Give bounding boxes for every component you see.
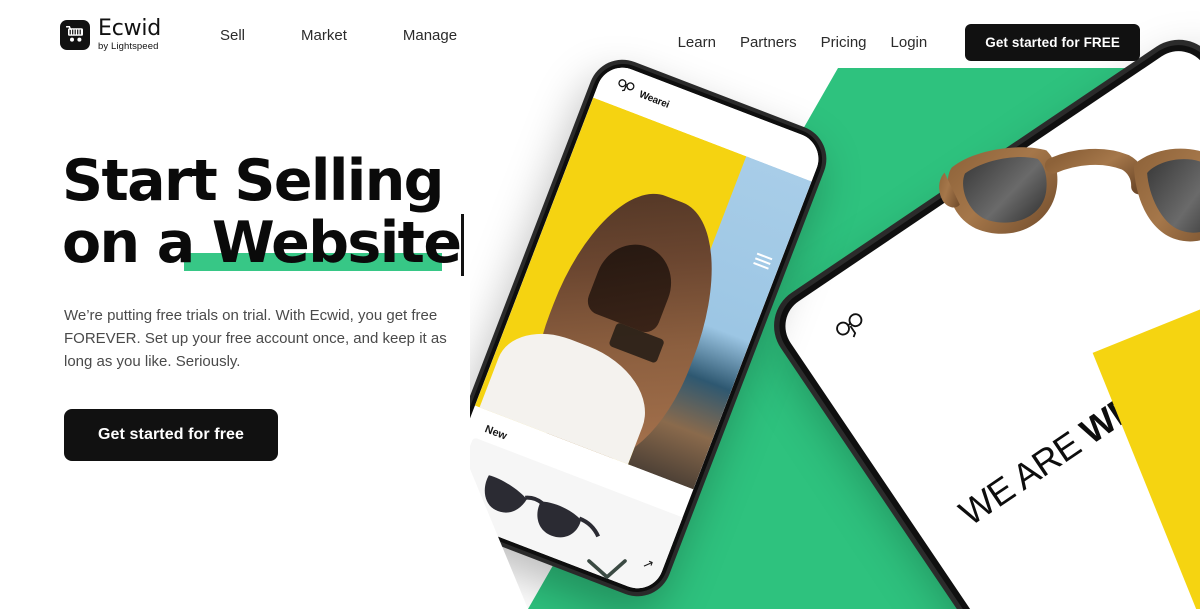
tablet-heading-thin: WE ARE [951, 417, 1096, 534]
model-hair [583, 233, 683, 337]
nav-item-learn[interactable]: Learn [666, 31, 728, 54]
phone-store-brand-label: Wearei [637, 88, 671, 111]
nav-item-market[interactable]: Market [289, 24, 359, 47]
wearei-glasses-logo-icon [833, 310, 873, 349]
hero-title-line-1: Start Selling [62, 148, 444, 214]
hero-subtitle: We’re putting free trials on trial. With… [64, 307, 447, 370]
hero-visual: Wearei New ↗ WE ARE [470, 0, 1200, 609]
arrow-up-right-icon[interactable]: ↗ [640, 555, 657, 574]
hero-get-started-button[interactable]: Get started for free [64, 409, 279, 461]
header-get-started-button[interactable]: Get started for FREE [965, 24, 1140, 61]
landing-page: Wearei New ↗ WE ARE Ecwid by Lightspeed … [0, 0, 1200, 609]
hero-title-highlight-word: Website [211, 210, 462, 276]
nav-item-partners[interactable]: Partners [728, 31, 809, 54]
brand-tagline: by Lightspeed [98, 41, 159, 52]
page-title: Start Selling on a Website [62, 150, 532, 276]
secondary-nav: Learn Partners Pricing Login Get started… [666, 24, 1140, 61]
nav-item-pricing[interactable]: Pricing [809, 31, 879, 54]
shopping-cart-icon [60, 19, 90, 50]
site-header: Ecwid by Lightspeed Sell Market Manage L… [0, 0, 1200, 70]
primary-nav: Sell Market Manage [208, 24, 469, 47]
nav-item-manage[interactable]: Manage [391, 24, 469, 47]
nav-item-sell[interactable]: Sell [208, 24, 257, 47]
nav-item-login[interactable]: Login [879, 31, 940, 54]
text-cursor-caret [461, 214, 465, 276]
hero-title-prefix: on a [62, 210, 212, 276]
ecwid-logo-text: Ecwid by Lightspeed [98, 18, 161, 52]
wearei-glasses-logo-icon [614, 77, 636, 100]
hero-content: Start Selling on a Website We’re putting… [62, 150, 532, 461]
hero-title-line-2: on a Website [62, 210, 465, 276]
ecwid-logo[interactable]: Ecwid by Lightspeed [60, 18, 161, 52]
brand-name: Ecwid [98, 16, 162, 41]
chevron-down-icon[interactable] [585, 556, 629, 582]
